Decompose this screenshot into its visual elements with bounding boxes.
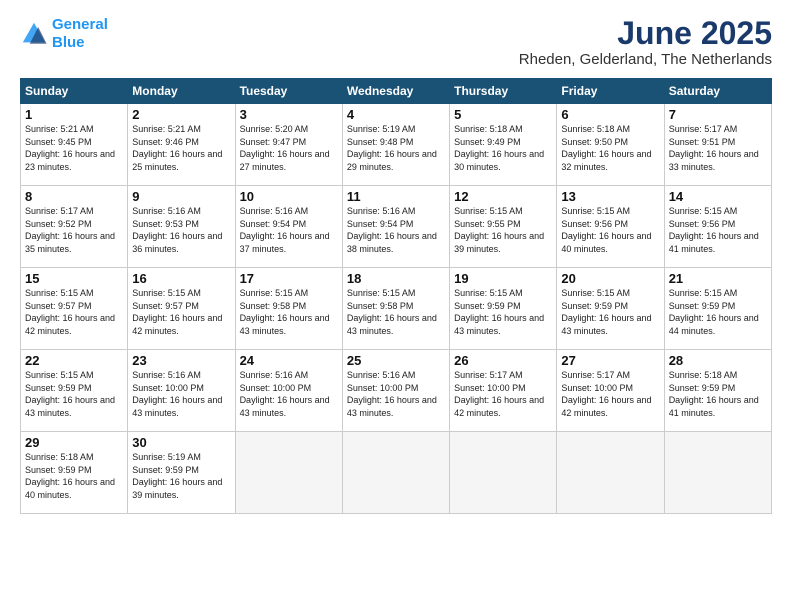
month-title: June 2025 <box>519 16 772 51</box>
day-cell-8: 8 Sunrise: 5:17 AMSunset: 9:52 PMDayligh… <box>21 186 128 268</box>
col-monday: Monday <box>128 79 235 104</box>
col-thursday: Thursday <box>450 79 557 104</box>
logo: General Blue <box>20 16 108 52</box>
empty-cell <box>450 432 557 514</box>
day-cell-24: 24 Sunrise: 5:16 AMSunset: 10:00 PMDayli… <box>235 350 342 432</box>
empty-cell <box>664 432 771 514</box>
day-cell-17: 17 Sunrise: 5:15 AMSunset: 9:58 PMDaylig… <box>235 268 342 350</box>
day-cell-3: 3 Sunrise: 5:20 AMSunset: 9:47 PMDayligh… <box>235 104 342 186</box>
day-cell-16: 16 Sunrise: 5:15 AMSunset: 9:57 PMDaylig… <box>128 268 235 350</box>
day-cell-12: 12 Sunrise: 5:15 AMSunset: 9:55 PMDaylig… <box>450 186 557 268</box>
day-cell-9: 9 Sunrise: 5:16 AMSunset: 9:53 PMDayligh… <box>128 186 235 268</box>
day-cell-29: 29 Sunrise: 5:18 AMSunset: 9:59 PMDaylig… <box>21 432 128 514</box>
location: Rheden, Gelderland, The Netherlands <box>519 51 772 68</box>
empty-cell <box>235 432 342 514</box>
day-cell-7: 7 Sunrise: 5:17 AMSunset: 9:51 PMDayligh… <box>664 104 771 186</box>
page-container: General Blue June 2025 Rheden, Gelderlan… <box>0 0 792 524</box>
day-cell-28: 28 Sunrise: 5:18 AMSunset: 9:59 PMDaylig… <box>664 350 771 432</box>
day-cell-4: 4 Sunrise: 5:19 AMSunset: 9:48 PMDayligh… <box>342 104 449 186</box>
logo-icon <box>20 20 48 48</box>
calendar-week-5: 29 Sunrise: 5:18 AMSunset: 9:59 PMDaylig… <box>21 432 772 514</box>
calendar-week-3: 15 Sunrise: 5:15 AMSunset: 9:57 PMDaylig… <box>21 268 772 350</box>
day-cell-19: 19 Sunrise: 5:15 AMSunset: 9:59 PMDaylig… <box>450 268 557 350</box>
day-cell-10: 10 Sunrise: 5:16 AMSunset: 9:54 PMDaylig… <box>235 186 342 268</box>
day-cell-13: 13 Sunrise: 5:15 AMSunset: 9:56 PMDaylig… <box>557 186 664 268</box>
day-cell-30: 30 Sunrise: 5:19 AMSunset: 9:59 PMDaylig… <box>128 432 235 514</box>
day-cell-18: 18 Sunrise: 5:15 AMSunset: 9:58 PMDaylig… <box>342 268 449 350</box>
calendar-week-4: 22 Sunrise: 5:15 AMSunset: 9:59 PMDaylig… <box>21 350 772 432</box>
day-cell-22: 22 Sunrise: 5:15 AMSunset: 9:59 PMDaylig… <box>21 350 128 432</box>
day-cell-15: 15 Sunrise: 5:15 AMSunset: 9:57 PMDaylig… <box>21 268 128 350</box>
day-cell-25: 25 Sunrise: 5:16 AMSunset: 10:00 PMDayli… <box>342 350 449 432</box>
day-cell-26: 26 Sunrise: 5:17 AMSunset: 10:00 PMDayli… <box>450 350 557 432</box>
col-saturday: Saturday <box>664 79 771 104</box>
logo-text: General Blue <box>52 16 108 52</box>
day-cell-20: 20 Sunrise: 5:15 AMSunset: 9:59 PMDaylig… <box>557 268 664 350</box>
calendar-header-row: Sunday Monday Tuesday Wednesday Thursday… <box>21 79 772 104</box>
day-cell-6: 6 Sunrise: 5:18 AMSunset: 9:50 PMDayligh… <box>557 104 664 186</box>
empty-cell <box>557 432 664 514</box>
col-friday: Friday <box>557 79 664 104</box>
day-cell-5: 5 Sunrise: 5:18 AMSunset: 9:49 PMDayligh… <box>450 104 557 186</box>
title-block: June 2025 Rheden, Gelderland, The Nether… <box>519 16 772 68</box>
calendar-table: Sunday Monday Tuesday Wednesday Thursday… <box>20 78 772 514</box>
col-wednesday: Wednesday <box>342 79 449 104</box>
page-header: General Blue June 2025 Rheden, Gelderlan… <box>20 16 772 68</box>
calendar-week-1: 1 Sunrise: 5:21 AMSunset: 9:45 PMDayligh… <box>21 104 772 186</box>
day-cell-21: 21 Sunrise: 5:15 AMSunset: 9:59 PMDaylig… <box>664 268 771 350</box>
day-cell-2: 2 Sunrise: 5:21 AMSunset: 9:46 PMDayligh… <box>128 104 235 186</box>
col-tuesday: Tuesday <box>235 79 342 104</box>
day-cell-1: 1 Sunrise: 5:21 AMSunset: 9:45 PMDayligh… <box>21 104 128 186</box>
day-cell-27: 27 Sunrise: 5:17 AMSunset: 10:00 PMDayli… <box>557 350 664 432</box>
day-cell-11: 11 Sunrise: 5:16 AMSunset: 9:54 PMDaylig… <box>342 186 449 268</box>
empty-cell <box>342 432 449 514</box>
day-cell-23: 23 Sunrise: 5:16 AMSunset: 10:00 PMDayli… <box>128 350 235 432</box>
calendar-week-2: 8 Sunrise: 5:17 AMSunset: 9:52 PMDayligh… <box>21 186 772 268</box>
day-cell-14: 14 Sunrise: 5:15 AMSunset: 9:56 PMDaylig… <box>664 186 771 268</box>
col-sunday: Sunday <box>21 79 128 104</box>
